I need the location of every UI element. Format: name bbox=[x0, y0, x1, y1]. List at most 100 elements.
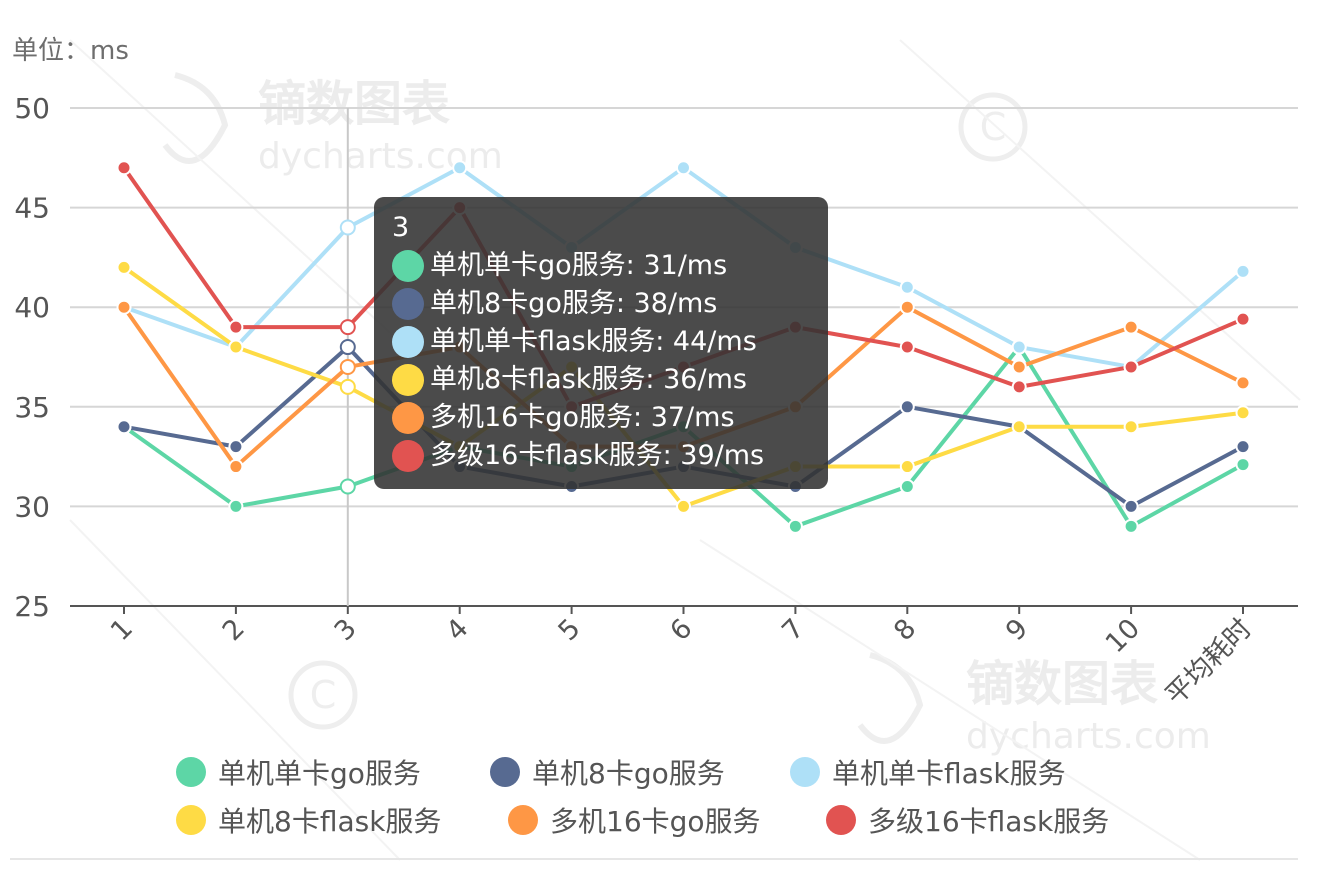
legend-item[interactable]: 单机单卡go服务 bbox=[176, 752, 421, 792]
tooltip-series-dot bbox=[392, 440, 424, 472]
legend-dot bbox=[508, 805, 538, 835]
data-point bbox=[899, 299, 915, 315]
legend-item[interactable]: 单机8卡go服务 bbox=[490, 752, 725, 792]
tooltip-row-text: 多级16卡flask服务: 39/ms bbox=[430, 440, 765, 471]
data-point bbox=[339, 339, 356, 356]
legend-label: 多级16卡flask服务 bbox=[868, 805, 1110, 838]
y-tick-label: 35 bbox=[14, 391, 50, 424]
chart-legend: 单机单卡go服务 单机8卡go服务 单机单卡flask服务 单机8卡flask服… bbox=[0, 752, 1324, 848]
data-point bbox=[1235, 311, 1251, 327]
x-tick-label: 8 bbox=[888, 613, 922, 647]
tooltip-series-dot bbox=[392, 288, 424, 320]
watermark-cn-text: 镝数图表 bbox=[966, 656, 1158, 712]
data-point bbox=[1123, 498, 1139, 514]
data-point bbox=[899, 279, 915, 295]
data-point bbox=[1011, 339, 1027, 355]
data-point bbox=[676, 498, 691, 514]
tooltip-row-text: 单机单卡go服务: 31/ms bbox=[430, 250, 728, 281]
data-point bbox=[899, 459, 915, 475]
legend-item[interactable]: 单机8卡flask服务 bbox=[176, 800, 441, 840]
x-tick-label: 5 bbox=[552, 613, 586, 647]
data-point bbox=[116, 160, 132, 176]
y-tick-label: 40 bbox=[14, 291, 50, 324]
data-point bbox=[228, 339, 244, 355]
data-point bbox=[1123, 319, 1139, 335]
data-point bbox=[228, 498, 244, 514]
data-point bbox=[1011, 359, 1027, 375]
legend-item[interactable]: 多机16卡go服务 bbox=[508, 800, 761, 840]
tooltip-row: 单机8卡flask服务: 36/ms bbox=[392, 361, 812, 399]
data-point bbox=[899, 399, 915, 415]
tooltip-series-dot bbox=[392, 250, 424, 282]
tooltip-row: 单机单卡flask服务: 44/ms bbox=[392, 323, 812, 361]
legend-dot bbox=[176, 757, 206, 787]
tooltip-series-dot bbox=[392, 402, 424, 434]
y-tick-label: 50 bbox=[14, 92, 50, 125]
data-point bbox=[116, 259, 132, 275]
legend-row: 单机单卡go服务 单机8卡go服务 单机单卡flask服务 bbox=[0, 752, 1324, 800]
data-point bbox=[1011, 379, 1027, 395]
data-point bbox=[1123, 518, 1139, 534]
data-point bbox=[116, 299, 132, 315]
tooltip-row-text: 单机8卡go服务: 38/ms bbox=[430, 288, 718, 319]
x-tick-label: 7 bbox=[776, 613, 810, 647]
tooltip-row-text: 多机16卡go服务: 37/ms bbox=[430, 402, 735, 433]
data-point bbox=[787, 518, 803, 534]
legend-dot bbox=[790, 757, 820, 787]
data-point bbox=[228, 439, 244, 455]
legend-label: 单机单卡flask服务 bbox=[832, 757, 1066, 790]
x-tick-label: 平均耗时 bbox=[1160, 613, 1258, 711]
legend-item[interactable]: 多级16卡flask服务 bbox=[826, 800, 1109, 840]
data-point bbox=[1011, 419, 1027, 435]
legend-item[interactable]: 单机单卡flask服务 bbox=[790, 752, 1066, 792]
data-point bbox=[899, 339, 915, 355]
copyright-watermark-glyph: C bbox=[310, 673, 337, 717]
copyright-watermark-glyph: C bbox=[980, 105, 1007, 149]
data-point bbox=[1235, 375, 1251, 391]
watermark-logo-shape bbox=[162, 72, 229, 164]
data-point bbox=[452, 160, 468, 176]
tooltip-row: 单机8卡go服务: 38/ms bbox=[392, 285, 812, 323]
x-tick-label: 3 bbox=[329, 613, 363, 647]
data-point bbox=[116, 419, 132, 435]
y-tick-label: 25 bbox=[14, 590, 50, 623]
tooltip-series-dot bbox=[392, 364, 424, 396]
legend-dot bbox=[490, 757, 520, 787]
data-point bbox=[1235, 439, 1251, 455]
legend-dot bbox=[176, 805, 206, 835]
tooltip-row: 多机16卡go服务: 37/ms bbox=[392, 399, 812, 437]
data-point bbox=[339, 319, 356, 336]
data-point bbox=[228, 459, 244, 475]
legend-label: 多机16卡go服务 bbox=[550, 805, 761, 838]
data-point bbox=[1235, 457, 1251, 473]
tooltip-title: 3 bbox=[392, 212, 410, 243]
x-tick-label: 1 bbox=[105, 613, 139, 647]
data-point bbox=[1123, 419, 1139, 435]
y-tick-label: 45 bbox=[14, 192, 50, 225]
data-point bbox=[1235, 263, 1251, 279]
chart-tooltip: 3 单机单卡go服务: 31/ms 单机8卡go服务: 38/ms 单机单卡fl… bbox=[374, 197, 828, 489]
legend-label: 单机单卡go服务 bbox=[218, 757, 421, 790]
legend-dot bbox=[826, 805, 856, 835]
legend-label: 单机8卡flask服务 bbox=[218, 805, 442, 838]
x-tick-label: 10 bbox=[1100, 613, 1146, 659]
data-point bbox=[676, 160, 691, 176]
tooltip-row: 多级16卡flask服务: 39/ms bbox=[392, 437, 812, 475]
data-point bbox=[339, 478, 356, 495]
tooltip-series-dot bbox=[392, 326, 424, 358]
data-point bbox=[1123, 359, 1139, 375]
data-point bbox=[339, 358, 356, 375]
data-point bbox=[339, 219, 356, 236]
legend-row: 单机8卡flask服务 多机16卡go服务 多级16卡flask服务 bbox=[0, 800, 1324, 848]
watermark-en-text: dycharts.com bbox=[966, 716, 1211, 757]
x-tick-label: 4 bbox=[441, 613, 475, 647]
data-point bbox=[228, 319, 244, 335]
tooltip-row-text: 单机单卡flask服务: 44/ms bbox=[430, 326, 757, 357]
data-point bbox=[339, 378, 356, 395]
x-tick-label: 9 bbox=[1000, 613, 1034, 647]
x-tick-label: 2 bbox=[217, 613, 251, 647]
tooltip-row-text: 单机8卡flask服务: 36/ms bbox=[430, 364, 747, 395]
tooltip-row: 单机单卡go服务: 31/ms bbox=[392, 247, 812, 285]
bottom-divider bbox=[10, 858, 1298, 860]
y-tick-label: 30 bbox=[14, 490, 50, 523]
